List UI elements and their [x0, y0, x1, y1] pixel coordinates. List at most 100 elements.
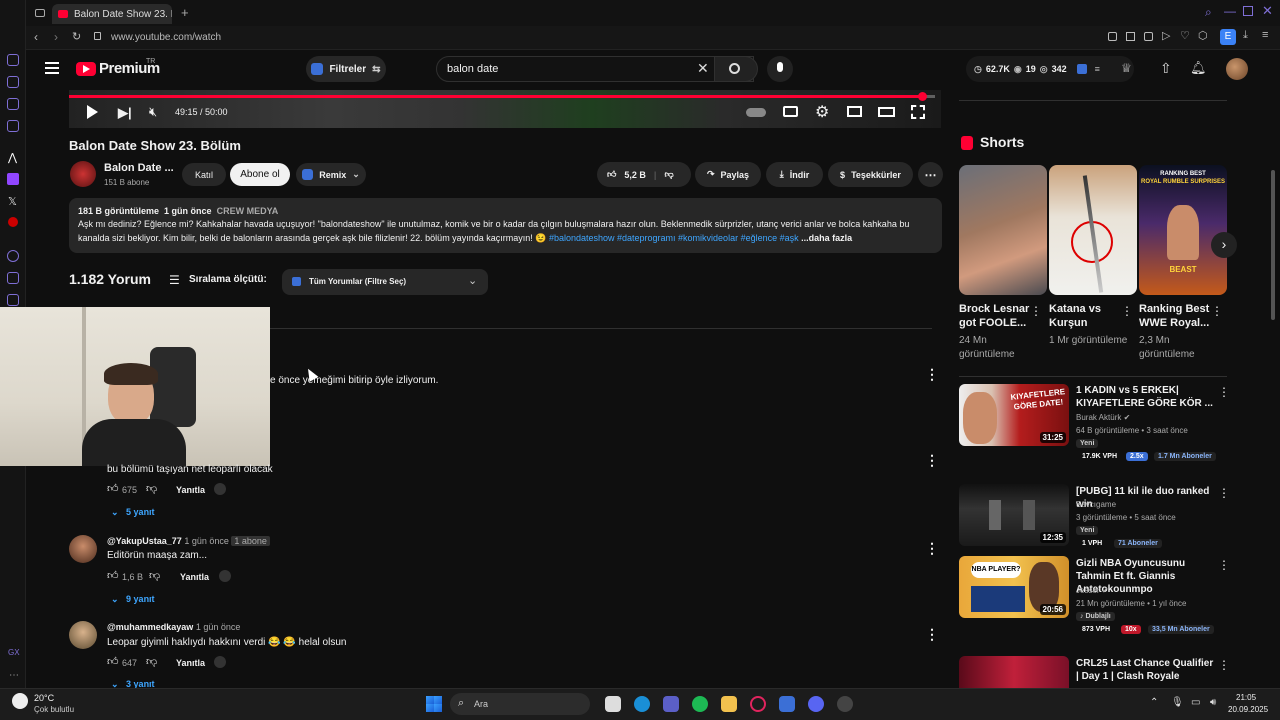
weather-icon[interactable]: [12, 693, 28, 709]
extensions-icon[interactable]: ⬡: [1198, 29, 1208, 42]
search-input[interactable]: balon date: [447, 63, 498, 75]
search-button[interactable]: [714, 56, 758, 82]
comment-dislike-icon[interactable]: 👎︎: [146, 482, 157, 495]
commenter-avatar[interactable]: [69, 535, 97, 563]
short-title[interactable]: Katana vs Kurşun: [1049, 302, 1129, 330]
video-thumbnail[interactable]: 12:35: [959, 484, 1069, 546]
video-title-link[interactable]: CRL25 Last Chance Qualifier | Day 1 | Cl…: [1076, 657, 1216, 683]
vidiq-reply-icon[interactable]: [219, 570, 231, 582]
video-menu-icon[interactable]: ⋮: [1218, 385, 1230, 399]
tray-chevron-icon[interactable]: ⌃: [1150, 697, 1158, 708]
short-menu-icon[interactable]: ⋮: [1030, 304, 1042, 318]
microphone-tray-icon[interactable]: 🎙︎: [1171, 697, 1184, 708]
vidiq-reply-icon[interactable]: [214, 483, 226, 495]
shorts-next-button[interactable]: ›: [1211, 232, 1237, 258]
new-tab-icon[interactable]: +: [181, 5, 189, 20]
workspaces-icon[interactable]: [35, 9, 45, 17]
messenger-icon[interactable]: [7, 76, 19, 88]
settings-icon[interactable]: [7, 294, 19, 306]
short-menu-icon[interactable]: ⋮: [1211, 304, 1223, 318]
network-icon[interactable]: ▭: [1191, 697, 1200, 708]
windows-start-icon[interactable]: [426, 696, 442, 712]
dislike-icon[interactable]: 👎︎: [664, 169, 673, 180]
settings-gear-icon[interactable]: ⚙: [815, 102, 829, 122]
heart-icon[interactable]: ♡: [1180, 29, 1190, 42]
like-icon[interactable]: 👍︎: [607, 169, 616, 180]
theater-mode-icon[interactable]: [878, 107, 895, 117]
menu-icon[interactable]: ≡: [1262, 29, 1268, 41]
short-thumbnail[interactable]: [1049, 165, 1137, 295]
opera-gx-icon[interactable]: [750, 696, 766, 712]
edge-icon[interactable]: [634, 696, 650, 712]
reply-button[interactable]: Yanıtla: [176, 658, 205, 668]
comment-menu-icon[interactable]: ⋮: [925, 626, 939, 643]
forward-icon[interactable]: ›: [54, 30, 58, 44]
discord-icon[interactable]: [808, 696, 824, 712]
search-box[interactable]: balon date ✕: [436, 56, 754, 82]
clock-date[interactable]: 20.09.2025: [1228, 705, 1268, 714]
video-thumbnail[interactable]: KIYAFETLERE GÖRE DATE! 31:25: [959, 384, 1069, 446]
short-thumbnail[interactable]: RANKING BEST ROYAL RUMBLE SURPRISES BEAS…: [1139, 165, 1227, 295]
comment-menu-icon[interactable]: ⋮: [925, 452, 939, 469]
minimize-icon[interactable]: —: [1224, 4, 1236, 18]
history-icon[interactable]: [7, 54, 19, 66]
subscribe-button[interactable]: Abone ol: [230, 163, 290, 186]
comment-age[interactable]: 1 gün önce: [184, 536, 229, 546]
autoplay-toggle[interactable]: [746, 108, 766, 117]
video-title-link[interactable]: 1 KADIN vs 5 ERKEK| KIYAFETLERE GÖRE KÖR…: [1076, 384, 1216, 410]
box-icon[interactable]: [7, 272, 19, 284]
maximize-icon[interactable]: [1243, 6, 1253, 16]
pin-icon[interactable]: [1108, 32, 1117, 41]
award-icon[interactable]: ♕: [1121, 61, 1132, 75]
reply-button[interactable]: Yanıtla: [176, 485, 205, 495]
back-icon[interactable]: ‹: [34, 30, 38, 44]
download-button[interactable]: ⤓ İndir: [766, 162, 823, 187]
join-button[interactable]: Katıl: [182, 163, 226, 186]
comment-dislike-icon[interactable]: 👎︎: [146, 655, 157, 668]
miniplayer-icon[interactable]: [847, 106, 862, 117]
video-channel[interactable]: Jesser ✔: [1076, 586, 1109, 595]
mail-icon[interactable]: [7, 120, 19, 132]
next-icon[interactable]: ▶|: [118, 105, 132, 121]
sort-label[interactable]: Sıralama ölçütü:: [189, 274, 267, 285]
video-thumbnail[interactable]: [959, 656, 1069, 688]
twitch-icon[interactable]: [7, 173, 19, 185]
like-count[interactable]: 5,2 B: [624, 170, 646, 180]
sort-icon[interactable]: ☰: [169, 273, 180, 287]
notifications-bell-icon[interactable]: 🔔︎: [1190, 60, 1207, 76]
task-view-icon[interactable]: [605, 696, 621, 712]
vidiq-stats-bar[interactable]: ◷ 62.7K ◉ 19 ◎ 342 ≡: [966, 56, 1134, 82]
download-icon[interactable]: ⤓: [1243, 29, 1248, 42]
mute-icon[interactable]: 🔇︎: [149, 104, 157, 120]
teams-icon[interactable]: [663, 696, 679, 712]
short-thumbnail[interactable]: [959, 165, 1047, 295]
short-title[interactable]: Brock Lesnar got FOOLE...: [959, 302, 1039, 330]
description-box[interactable]: 181 B görüntüleme 1 gün önce CREW MEDYA …: [69, 198, 942, 253]
commenter-name[interactable]: @YakupUstaa_77: [107, 536, 182, 546]
short-title[interactable]: Ranking Best WWE Royal...: [1139, 302, 1219, 330]
channel-tag[interactable]: CREW MEDYA: [217, 206, 279, 216]
comment-menu-icon[interactable]: ⋮: [925, 540, 939, 557]
comment-menu-icon[interactable]: ⋮: [925, 366, 939, 383]
search-tabs-icon[interactable]: ⌕: [1205, 5, 1212, 20]
thanks-button[interactable]: $ Teşekkürler: [828, 162, 913, 187]
short-menu-icon[interactable]: ⋮: [1121, 304, 1133, 318]
instagram-icon[interactable]: [7, 98, 19, 110]
shield-icon[interactable]: [1144, 32, 1153, 41]
clear-search-icon[interactable]: ✕: [697, 60, 709, 77]
comment-dislike-icon[interactable]: 👎︎: [149, 569, 160, 582]
video-thumbnail[interactable]: NBA PLAYER? 20:56: [959, 556, 1069, 618]
clock-time[interactable]: 21:05: [1236, 693, 1256, 702]
comment-filter-select[interactable]: Tüm Yorumlar (Filtre Seç) ⌄: [282, 269, 488, 295]
app-icon[interactable]: [779, 696, 795, 712]
app-icon[interactable]: [837, 696, 853, 712]
replies-toggle[interactable]: ⌄ 9 yanıt: [111, 594, 155, 605]
weather-temp[interactable]: 20°C: [34, 693, 54, 703]
more-actions-button[interactable]: ⋯: [918, 162, 943, 187]
url-text[interactable]: www.youtube.com/watch: [111, 32, 221, 43]
comment-like-icon[interactable]: 👍︎: [107, 655, 119, 668]
fullscreen-icon[interactable]: [911, 105, 925, 119]
user-avatar[interactable]: [1226, 58, 1248, 80]
play-icon[interactable]: [87, 105, 98, 119]
progress-scrubber[interactable]: [918, 92, 927, 101]
